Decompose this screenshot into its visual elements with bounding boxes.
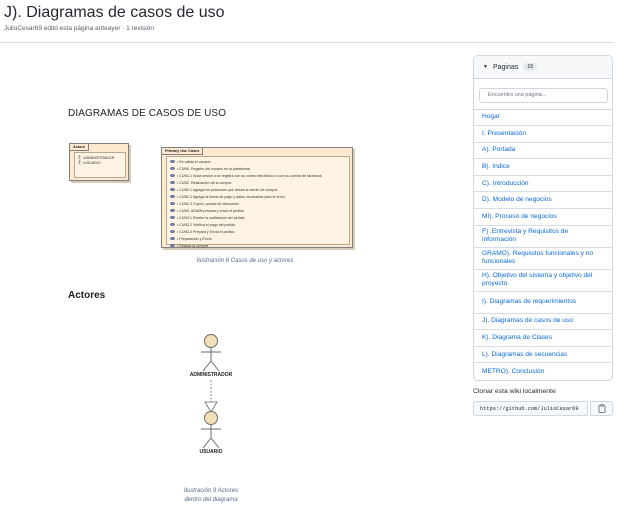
uml-usecase-label: • Realiza la compra: [177, 243, 209, 248]
sidebar-page-link[interactable]: MI). Proceso de negocios: [474, 209, 612, 226]
usecase-ellipse-icon: [170, 223, 175, 226]
uml-usecase-label: • CUN3.1 Recibe la notificación del pedi…: [177, 215, 245, 220]
pages-search-input[interactable]: [479, 87, 608, 103]
sidebar-page-link[interactable]: K). Diagrama de Clases: [474, 330, 612, 347]
uml-usecase-row: • CUN3.3 Prepara y Envía el pedido: [170, 228, 346, 235]
sidebar-page-link[interactable]: B). Indice: [474, 159, 612, 176]
page-title: J). Diagramas de casos de uso: [4, 4, 225, 21]
actor-administrador-figure: [201, 334, 221, 372]
usecase-ellipse-icon: [170, 174, 175, 177]
uml-usecase-row: • CUN3.2 Verifica el pago del pedido: [170, 221, 346, 228]
usecase-ellipse-icon: [170, 195, 175, 198]
uml-usecases-package: Primary Use Cases • Se valida el usuario…: [161, 147, 353, 248]
generalization-arrow: [204, 380, 218, 413]
mini-actor-icon: [78, 160, 81, 165]
uml-usecase-label: • CUN3.2 Verifica el pago del pedido: [177, 222, 236, 227]
uml-usecase-row: • CUN2.1 Agrega los productos que desea …: [170, 186, 346, 193]
uml-usecase-row: • Realiza la compra: [170, 242, 346, 249]
actor-usuario-label: USUARIO: [199, 449, 223, 455]
uml-actor-row: •USUARIO: [78, 160, 122, 165]
uml-usecase-row: • CUN0. Registro del usuario en la plata…: [170, 165, 346, 172]
usecase-ellipse-icon: [170, 230, 175, 233]
uml-usecase-label: • CUN3. ADMIN prepara y envía el pedido: [177, 208, 244, 213]
clone-label: Clonar esta wiki localmente: [473, 388, 556, 395]
clone-url-input[interactable]: [473, 401, 588, 416]
uml-usecase-label: • Se valida el usuario: [177, 159, 211, 164]
sidebar-page-link[interactable]: I). Diagramas de requerimientos: [474, 292, 612, 314]
uml-usecase-label: • CUN0. Registro del usuario en la plata…: [177, 166, 250, 171]
usecase-ellipse-icon: [170, 244, 175, 247]
uml-usecase-row: • CUN2.3 Cupón, puntos de descuento: [170, 200, 346, 207]
uml-usecase-label: • CUN2.1 Agrega los productos que desea …: [177, 187, 278, 192]
uml-usecase-row: • CUN2. Realización de la compra: [170, 179, 346, 186]
page-meta: JulioCesar69 editó esta página anteayer …: [4, 25, 154, 32]
uml-actors-package: Actors •ADMINISTRADOR •USUARIO: [69, 143, 129, 181]
uml-usecase-row: • CUN2.2 Agrega la forma de pago y datos…: [170, 193, 346, 200]
uml-usecases-title: Primary Use Cases: [161, 147, 204, 155]
clone-box: [473, 401, 613, 416]
usecase-ellipse-icon: [170, 188, 175, 191]
caption-ilustracion-8: Ilustración 8 Casos de uso y actores: [196, 258, 294, 264]
pages-count-badge: 15: [523, 63, 538, 71]
sidebar-page-link[interactable]: L). Diagramas de secuencias: [474, 347, 612, 364]
copy-clone-url-button[interactable]: [590, 401, 613, 416]
uml-actor-label: •ADMINISTRADOR: [83, 155, 115, 160]
uml-usecase-label: • CUN2.3 Cupón, puntos de descuento: [177, 201, 239, 206]
pages-nav-list: Hogar I. Presentación A). Portada B). Indic…: [474, 110, 612, 381]
caption-line: Ilustración 9 Actores: [183, 488, 239, 494]
uml-usecase-row: • CUN3. ADMIN prepara y envía el pedido: [170, 207, 346, 214]
sidebar-page-link[interactable]: F) .Entrevista y Requisitos de informaci…: [474, 226, 612, 248]
uml-usecases-body: • Se valida el usuario • CUN0. Registro d…: [166, 156, 350, 248]
uml-actors-body: •ADMINISTRADOR •USUARIO: [74, 152, 126, 178]
usecase-ellipse-icon: [170, 237, 175, 240]
uml-actors-title: Actors: [69, 143, 90, 151]
sidebar-page-link[interactable]: H). Objetivo del sistema y objetivo del …: [474, 270, 612, 292]
uml-usecase-label: • CUN2. Realización de la compra: [177, 180, 232, 185]
header-divider: [0, 42, 614, 43]
sidebar-page-link[interactable]: Hogar: [474, 110, 612, 127]
usecase-ellipse-icon: [170, 167, 175, 170]
clipboard-copy-icon: [598, 404, 605, 413]
uml-usecase-label: • Preparación y Envío: [177, 236, 212, 241]
usecase-ellipse-icon: [170, 181, 175, 184]
uml-usecase-label: • CUN2.2 Agrega la forma de pago y datos…: [177, 194, 286, 199]
pages-header-label: Paginas: [492, 63, 519, 71]
pages-toggle[interactable]: ▼ Paginas 15: [474, 56, 612, 79]
sidebar-page-link[interactable]: D). Modelo de negocios: [474, 192, 612, 210]
sidebar-page-link[interactable]: J). Diagramas de casos de uso: [474, 314, 612, 331]
section-heading-actores: Actores: [68, 290, 106, 301]
usecase-ellipse-icon: [170, 216, 175, 219]
triangle-down-icon: ▼: [483, 64, 488, 70]
uml-usecase-row: • Se valida el usuario: [170, 158, 346, 165]
sidebar-page-link[interactable]: METRO). Conclusión: [474, 363, 612, 380]
sidebar-page-link[interactable]: C). Introducción: [474, 176, 612, 193]
uml-usecase-row: • Preparación y Envío: [170, 235, 346, 242]
uml-usecase-row: • CUN3.1 Recibe la notificación del pedi…: [170, 214, 346, 221]
pages-sidebar: ▼ Paginas 15 HogarI. PresentaciónA). Por…: [473, 55, 613, 382]
pages-search-wrap: [474, 79, 612, 110]
uml-usecase-label: • CUN3.3 Prepara y Envía el pedido: [177, 229, 235, 234]
uml-actor-label: •USUARIO: [83, 160, 101, 165]
doc-heading: DIAGRAMAS DE CASOS DE USO: [68, 108, 227, 119]
sidebar-page-link[interactable]: I. Presentación: [474, 126, 612, 143]
actor-administrador-label: ADMINISTRADOR: [189, 372, 233, 378]
uml-usecase-row: • CUN1.1 Inicia sesión o se registra con…: [170, 172, 346, 179]
usecase-ellipse-icon: [170, 209, 175, 212]
usecase-ellipse-icon: [170, 160, 175, 163]
sidebar-page-link[interactable]: A). Portada: [474, 143, 612, 160]
caption-ilustracion-9: Ilustración 9 Actores dentro del diagram…: [160, 487, 262, 505]
sidebar-page-link[interactable]: GRAMO). Requisitos funcionales y no func…: [474, 248, 612, 270]
caption-line: dentro del diagrama: [184, 497, 238, 503]
actor-usuario-figure: [201, 411, 221, 449]
uml-usecase-label: • CUN1.1 Inicia sesión o se registra con…: [177, 173, 322, 178]
usecase-ellipse-icon: [170, 202, 175, 205]
